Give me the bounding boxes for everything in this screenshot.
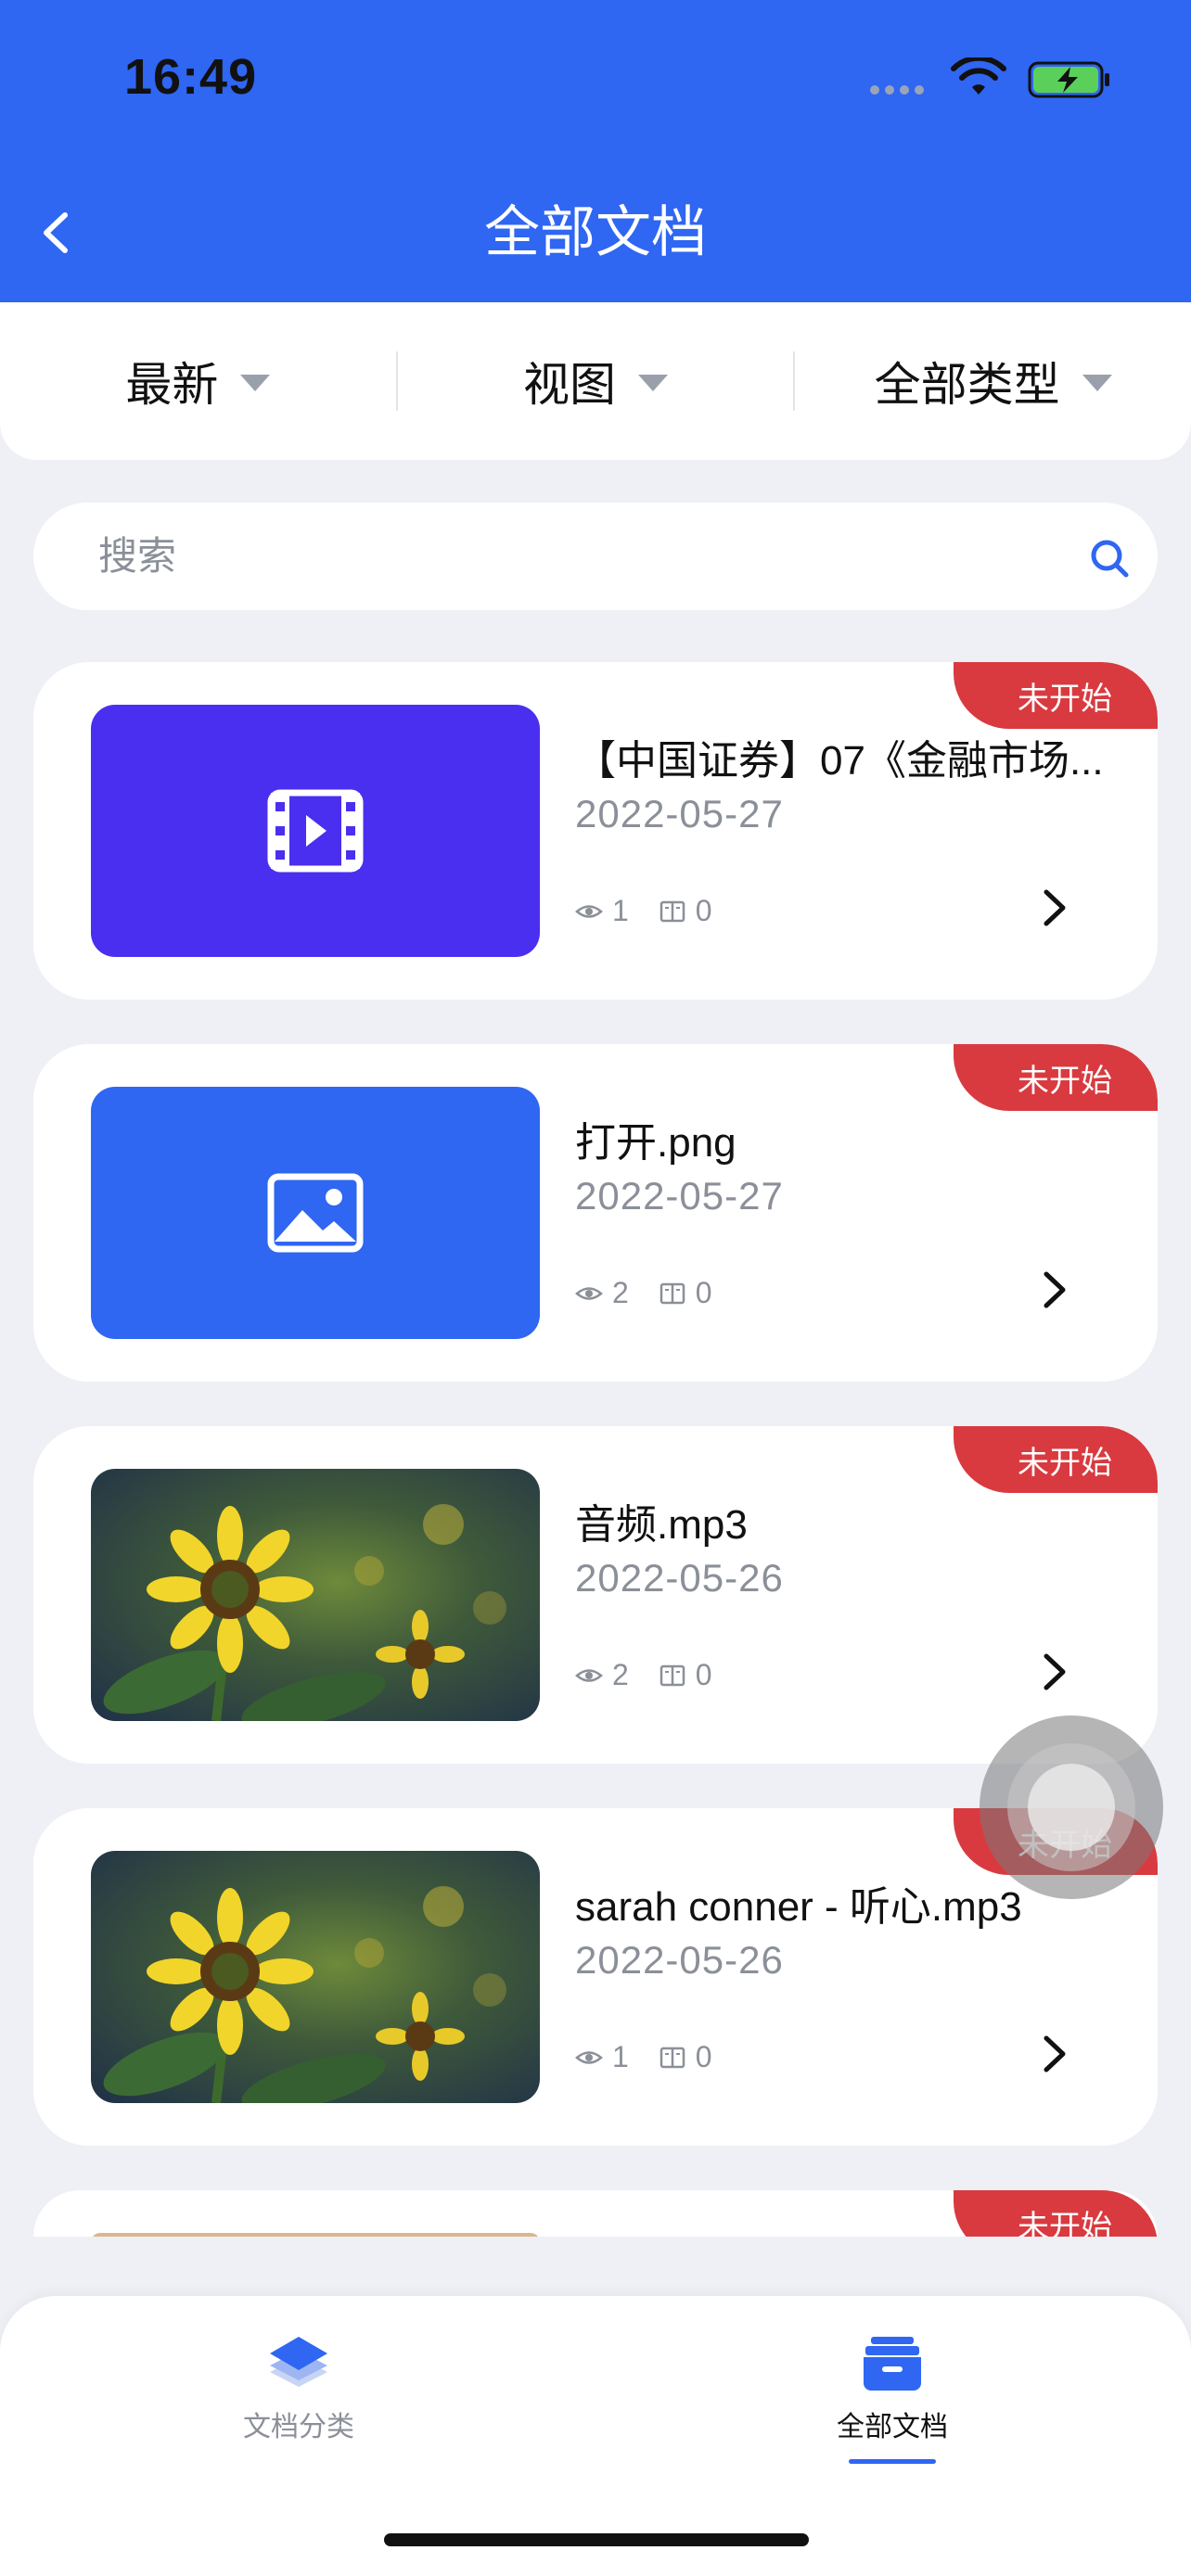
status-badge: 未开始 xyxy=(954,2190,1158,2237)
document-card[interactable]: 未开始 xyxy=(33,1808,1158,2146)
layers-icon xyxy=(270,2337,327,2387)
document-stats: 1 0 xyxy=(575,2040,742,2074)
top-header: 16:49 全部文档 xyxy=(0,0,1191,302)
document-card[interactable]: 未开始 xyxy=(33,2190,1158,2237)
document-thumbnail xyxy=(91,1851,540,2103)
chevron-right-icon[interactable] xyxy=(1035,885,1072,931)
filter-view-dropdown[interactable]: 视图 xyxy=(398,302,794,460)
status-badge: 未开始 xyxy=(954,1044,1158,1111)
note-count: 0 xyxy=(695,1276,712,1309)
eye-icon xyxy=(575,904,603,918)
chevron-right-icon[interactable] xyxy=(1035,1267,1072,1313)
sunflower-photo xyxy=(103,1504,506,1721)
archive-box-icon xyxy=(864,2337,921,2391)
image-icon xyxy=(267,1173,364,1253)
chevron-right-icon[interactable] xyxy=(1035,1649,1072,1695)
filter-type-dropdown[interactable]: 全部类型 xyxy=(795,302,1191,460)
eye-icon xyxy=(575,1668,603,1682)
document-card[interactable]: 未开始 【中国证券】07《金融市场... 2022-05-27 1 0 xyxy=(33,662,1158,1000)
tab-document-categories[interactable]: 文档分类 xyxy=(160,2333,438,2444)
bottom-tab-bar: 文档分类 全部文档 xyxy=(0,2296,1191,2576)
status-badge: 未开始 xyxy=(954,1426,1158,1493)
sunflower-photo xyxy=(103,1886,506,2103)
note-count: 0 xyxy=(695,2040,712,2073)
book-icon xyxy=(660,900,685,922)
document-date: 2022-05-27 xyxy=(575,792,784,835)
video-icon xyxy=(267,789,364,873)
book-icon xyxy=(660,1282,685,1304)
wifi-icon xyxy=(951,57,1006,95)
battery-charging-icon xyxy=(1028,61,1109,98)
assistive-touch-button[interactable] xyxy=(980,1715,1163,1899)
filter-sort-label: 最新 xyxy=(125,359,219,411)
document-stats: 1 0 xyxy=(575,894,742,928)
document-date: 2022-05-26 xyxy=(575,1556,784,1600)
document-card[interactable]: 未开始 打开.png 2022-05-27 2 0 xyxy=(33,1044,1158,1382)
book-icon xyxy=(660,2047,685,2068)
document-thumbnail xyxy=(91,2233,540,2237)
chevron-right-icon[interactable] xyxy=(1035,2031,1072,2077)
filter-view-label: 视图 xyxy=(523,359,616,411)
page-title: 全部文档 xyxy=(484,201,707,263)
view-count: 2 xyxy=(612,1658,629,1691)
document-date: 2022-05-26 xyxy=(575,1938,784,1982)
tab-label: 全部文档 xyxy=(837,2412,948,2442)
document-title: 音频.mp3 xyxy=(575,1502,748,1548)
document-thumbnail xyxy=(91,705,540,957)
document-date: 2022-05-27 xyxy=(575,1174,784,1218)
dropdown-arrow-icon xyxy=(638,375,668,391)
document-title: 【中国证券】07《金融市场... xyxy=(575,738,1104,784)
eye-icon xyxy=(575,2050,603,2064)
search-bar xyxy=(33,503,1158,610)
home-indicator[interactable] xyxy=(384,2533,809,2546)
view-count: 1 xyxy=(612,2040,629,2073)
status-time: 16:49 xyxy=(124,49,258,105)
eye-icon xyxy=(575,1286,603,1300)
note-count: 0 xyxy=(695,894,712,927)
document-card[interactable]: 未开始 xyxy=(33,1426,1158,1764)
tab-label: 文档分类 xyxy=(243,2412,354,2442)
document-stats: 2 0 xyxy=(575,1276,742,1310)
tab-all-documents[interactable]: 全部文档 xyxy=(753,2333,1031,2464)
search-input[interactable] xyxy=(98,503,1026,610)
cellular-signal-icon xyxy=(870,85,924,95)
document-title: 打开.png xyxy=(575,1120,736,1166)
filter-sort-dropdown[interactable]: 最新 xyxy=(0,302,396,460)
filter-type-label: 全部类型 xyxy=(874,359,1060,411)
view-count: 2 xyxy=(612,1276,629,1309)
dropdown-arrow-icon xyxy=(240,375,271,391)
document-thumbnail xyxy=(91,1469,540,1721)
search-icon[interactable] xyxy=(1087,536,1133,582)
document-stats: 2 0 xyxy=(575,1658,742,1692)
status-badge: 未开始 xyxy=(954,662,1158,729)
active-tab-indicator xyxy=(849,2459,936,2464)
filter-bar: 最新 视图 全部类型 xyxy=(0,302,1191,460)
dropdown-arrow-icon xyxy=(1082,375,1112,391)
view-count: 1 xyxy=(612,894,629,927)
document-thumbnail xyxy=(91,1087,540,1339)
book-icon xyxy=(660,1664,685,1686)
note-count: 0 xyxy=(695,1658,712,1691)
